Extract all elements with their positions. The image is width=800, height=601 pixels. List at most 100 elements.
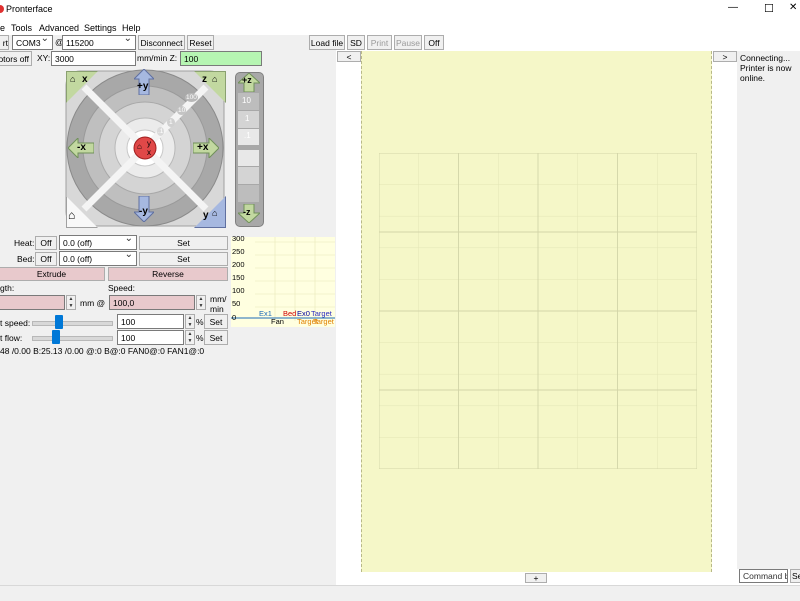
console-line-1: Connecting...	[740, 53, 791, 63]
bed-label: Bed:	[17, 254, 35, 264]
length-spinner[interactable]: ▲ ▼	[66, 295, 76, 310]
print-preview-canvas[interactable]	[361, 51, 712, 572]
extrude-speed-spinner[interactable]: ▲ ▼	[196, 295, 206, 310]
reverse-button[interactable]: Reverse	[108, 267, 228, 281]
menu-settings[interactable]: Settings	[84, 23, 117, 33]
print-speed-label: t speed:	[0, 318, 31, 328]
temp-tick-0: 0	[232, 313, 237, 322]
sd-button[interactable]: SD	[347, 35, 365, 50]
pause-button[interactable]: Pause	[394, 35, 422, 50]
collapse-left-button[interactable]: <	[337, 51, 361, 62]
close-button[interactable]: ✕	[789, 2, 797, 13]
print-speed-spinner[interactable]: ▲ ▼	[185, 314, 195, 329]
home-y-label: y	[203, 210, 209, 221]
print-flow-set-button[interactable]: Set	[204, 330, 228, 345]
print-speed-slider-thumb[interactable]	[55, 315, 63, 329]
console-panel	[737, 51, 800, 569]
z-step-1-label: 1	[245, 114, 250, 123]
connect-button[interactable]: rt	[0, 35, 9, 50]
bed-off-button[interactable]: Off	[35, 252, 57, 266]
minimize-button[interactable]: —	[728, 2, 738, 13]
extrude-button[interactable]: Extrude	[0, 267, 105, 281]
xy-feedrate-input[interactable]: 3000	[51, 51, 136, 66]
bed-temp-select[interactable]: 0.0 (off)	[59, 251, 137, 266]
bed-set-button[interactable]: Set	[139, 252, 228, 266]
z-step-down-0-1[interactable]	[238, 150, 259, 166]
temp-tick-300: 300	[232, 234, 245, 243]
center-home-icon: ⌂	[137, 142, 142, 151]
print-button[interactable]: Print	[367, 35, 392, 50]
heat-temp-select[interactable]: 0.0 (off)	[59, 235, 137, 250]
print-speed-set-button[interactable]: Set	[204, 314, 228, 329]
load-file-button[interactable]: Load file	[309, 35, 345, 50]
app-logo-icon	[0, 5, 4, 13]
collapse-right-button[interactable]: >	[713, 51, 737, 62]
step-1-label[interactable]: 1	[167, 118, 175, 127]
legend-ex1: Ex1	[259, 309, 272, 318]
motors-off-button[interactable]: otors off	[0, 51, 32, 66]
xy-feedrate-value: 3000	[55, 53, 74, 64]
length-label: gth:	[0, 283, 15, 293]
port-select[interactable]: COM3	[12, 35, 53, 50]
minus-x-label: -x	[77, 142, 86, 153]
xy-label: XY:	[37, 53, 51, 63]
plus-x-label: +x	[197, 142, 209, 153]
baud-select[interactable]: 115200	[62, 35, 136, 50]
step-10-label[interactable]: 10	[177, 106, 187, 115]
z-step-down-10[interactable]	[238, 185, 259, 202]
maximize-button[interactable]: ☐	[764, 2, 774, 15]
send-button[interactable]: Se	[790, 569, 800, 583]
speed-label: Speed:	[108, 283, 135, 293]
reset-button[interactable]: Reset	[187, 35, 214, 50]
menu-file[interactable]: e	[0, 23, 5, 33]
print-flow-slider-thumb[interactable]	[52, 330, 60, 344]
print-flow-percent: %	[196, 333, 204, 343]
heat-off-button[interactable]: Off	[35, 236, 57, 250]
menu-advanced[interactable]: Advanced	[39, 23, 79, 33]
heat-label: Heat:	[14, 238, 35, 248]
print-flow-input[interactable]: 100	[117, 330, 184, 345]
plus-y-label: +y	[137, 81, 149, 92]
menu-bar: e Tools Advanced Settings Help	[0, 21, 800, 35]
menu-help[interactable]: Help	[122, 23, 141, 33]
print-speed-input[interactable]: 100	[117, 314, 184, 329]
step-100-label[interactable]: 100	[185, 93, 198, 102]
temp-tick-150: 150	[232, 273, 245, 282]
print-flow-value: 100	[121, 332, 136, 343]
command-input[interactable]: Command b	[739, 569, 788, 583]
print-flow-slider-track[interactable]	[32, 336, 113, 341]
mm-min-z-label: mm/min Z:	[137, 53, 178, 63]
baud-value: 115200	[66, 37, 94, 48]
z-step-down-1[interactable]	[238, 167, 259, 184]
print-flow-spinner[interactable]: ▲ ▼	[185, 330, 195, 345]
legend-bed: Bed	[283, 309, 297, 318]
mm-min-label-1: mm/	[210, 294, 227, 304]
temp-tick-50: 50	[232, 299, 241, 308]
home-z-label: z	[202, 74, 207, 85]
print-speed-value: 100	[121, 316, 136, 327]
z-step-0-1-label: .1	[244, 131, 251, 140]
off-button[interactable]: Off	[424, 35, 444, 50]
print-speed-slider-track[interactable]	[32, 321, 113, 326]
window-title: Pronterface	[6, 4, 53, 14]
length-input[interactable]	[0, 295, 65, 310]
minus-y-label: -y	[139, 206, 148, 217]
z-feedrate-input[interactable]: 100	[180, 51, 262, 66]
disconnect-button[interactable]: Disconnect	[138, 35, 185, 50]
print-flow-label: t flow:	[0, 333, 23, 343]
legend-fan: Fan	[271, 317, 284, 326]
extrude-speed-input[interactable]: 100,0	[109, 295, 195, 310]
expand-bottom-button[interactable]: +	[525, 573, 547, 583]
plus-z-label: +z	[242, 75, 252, 85]
z-feedrate-value: 100	[184, 53, 199, 64]
print-speed-percent: %	[196, 317, 204, 327]
home-x-icon: ⌂	[70, 74, 76, 84]
menu-tools[interactable]: Tools	[11, 23, 32, 33]
home-all-icon: ⌂	[68, 208, 76, 222]
port-value: COM3	[16, 37, 41, 48]
center-y-label: y	[147, 139, 151, 148]
build-plate-grid	[379, 153, 697, 469]
home-z-icon: ⌂	[212, 74, 218, 84]
heat-set-button[interactable]: Set	[139, 236, 228, 250]
home-y-icon: ⌂	[212, 208, 218, 218]
